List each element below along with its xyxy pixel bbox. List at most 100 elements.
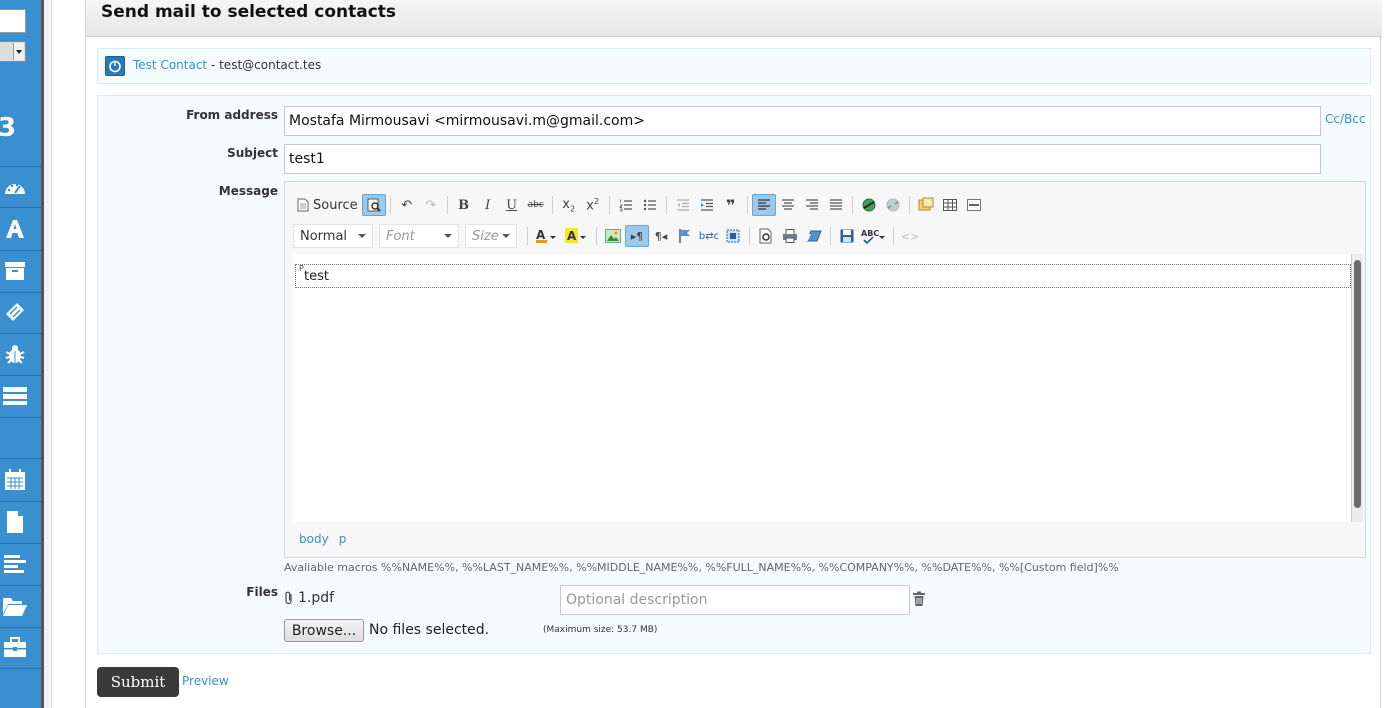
sidebar-divider: [0, 292, 41, 293]
toolbar-separator: [389, 196, 391, 214]
horizontal-rule-button[interactable]: [962, 194, 986, 216]
select-all-button[interactable]: [721, 225, 745, 247]
from-address-field[interactable]: Mostafa Mirmousavi <mirmousavi.m@gmail.c…: [284, 106, 1321, 136]
blockquote-icon: ❞: [725, 195, 736, 215]
redo-button[interactable]: ↷: [419, 194, 443, 216]
strikethrough-button[interactable]: abc: [524, 194, 548, 216]
calendar-icon[interactable]: [0, 462, 30, 498]
format-select[interactable]: Normal: [293, 224, 373, 248]
sidebar-divider: [0, 375, 41, 376]
table-icon: [942, 199, 957, 211]
selected-contacts-bar: Test Contact - test@contact.tes: [97, 48, 1371, 84]
bulleted-list-button[interactable]: [638, 194, 662, 216]
horizontal-rule-icon: [966, 199, 981, 211]
justify-button[interactable]: [824, 194, 848, 216]
editor-scrollbar[interactable]: [1351, 254, 1363, 522]
code-button[interactable]: <>: [898, 225, 922, 247]
source-button[interactable]: Source: [293, 194, 362, 216]
numbered-list-button[interactable]: [614, 194, 638, 216]
subject-field[interactable]: test1: [284, 144, 1321, 174]
blockquote-button[interactable]: ❞: [719, 194, 743, 216]
contact-name-link[interactable]: Test Contact: [133, 58, 207, 72]
briefcase-icon[interactable]: [0, 629, 30, 665]
highlight-icon: A: [565, 228, 586, 243]
align-right-button[interactable]: [800, 194, 824, 216]
editor-paragraph[interactable]: P test: [295, 264, 1351, 288]
source-label: Source: [313, 197, 358, 213]
align-left-button[interactable]: [751, 194, 776, 216]
size-select[interactable]: Size: [465, 224, 517, 248]
document-icon[interactable]: [0, 504, 30, 540]
save-button[interactable]: [835, 225, 859, 247]
undo-button[interactable]: ↶: [395, 194, 419, 216]
indent-icon: [700, 199, 713, 211]
link-icon: [862, 198, 876, 212]
preview-button[interactable]: [754, 225, 778, 247]
print-icon: [783, 229, 797, 243]
trash-icon[interactable]: [912, 591, 926, 607]
panel-header: Send mail to selected contacts: [86, 0, 1382, 37]
text-color-icon: A: [536, 228, 556, 243]
background-color-button[interactable]: A: [562, 225, 592, 247]
contact-email: - test@contact.tes: [207, 58, 322, 72]
svg-text:A: A: [567, 229, 577, 243]
save-icon: [840, 229, 854, 243]
folder-icon[interactable]: [0, 588, 30, 624]
cc-bcc-link[interactable]: Cc/Bcc: [1325, 112, 1365, 126]
remove-format-button[interactable]: [802, 225, 826, 247]
message-editor: Source ↶ ↷ B I U abc x2 x2 ❞ Normal Font…: [284, 181, 1366, 558]
attached-file-name[interactable]: 1.pdf: [298, 590, 334, 606]
scrollbar-thumb[interactable]: [1354, 260, 1361, 508]
contact-entry: Test Contact - test@contact.tes: [133, 58, 321, 72]
preview-link[interactable]: Preview: [182, 674, 229, 688]
align-center-button[interactable]: [776, 194, 800, 216]
browse-button[interactable]: Browse...: [284, 619, 364, 642]
image-button[interactable]: [914, 194, 938, 216]
superscript-button[interactable]: x2: [581, 194, 605, 216]
anchor-button[interactable]: [673, 225, 697, 247]
editor-text[interactable]: test: [304, 269, 329, 284]
list-icon[interactable]: [0, 546, 30, 582]
sidebar-search-input[interactable]: [0, 9, 26, 33]
unlink-button[interactable]: [881, 194, 905, 216]
max-size-note: (Maximum size: 53.7 MB): [543, 625, 658, 635]
tickets-icon[interactable]: [0, 294, 30, 330]
file-description-input[interactable]: Optional description: [560, 585, 910, 615]
decrease-indent-button[interactable]: [671, 194, 695, 216]
ltr-button[interactable]: ▸¶: [625, 225, 649, 247]
maximize-button[interactable]: [361, 194, 386, 216]
dashboard-icon[interactable]: [0, 170, 30, 206]
increase-indent-button[interactable]: [695, 194, 719, 216]
archive-icon[interactable]: [0, 253, 30, 289]
toolbar-separator: [749, 227, 750, 245]
servers-icon[interactable]: [0, 378, 30, 414]
insert-image-button[interactable]: [601, 225, 625, 247]
toolbar-separator: [851, 196, 853, 214]
spellcheck-button[interactable]: ABC: [859, 225, 889, 247]
files-label: Files: [246, 585, 278, 599]
svg-text:ABC: ABC: [861, 229, 879, 238]
rtl-button[interactable]: ¶◂: [649, 225, 673, 247]
table-button[interactable]: [938, 194, 962, 216]
from-address-label: From address: [186, 108, 278, 122]
sidebar-divider: [0, 585, 41, 586]
contacts-icon[interactable]: [0, 211, 30, 247]
font-select[interactable]: Font: [379, 224, 459, 248]
bug-icon[interactable]: [0, 336, 30, 372]
toolbar-separator: [608, 196, 610, 214]
underline-button[interactable]: U: [500, 194, 524, 216]
editor-content-area[interactable]: P test: [293, 254, 1351, 522]
subscript-button[interactable]: x2: [557, 194, 581, 216]
italic-button[interactable]: I: [476, 194, 500, 216]
replace-button[interactable]: b⇄c: [697, 225, 721, 247]
submit-button[interactable]: Submit: [97, 667, 179, 697]
bold-button[interactable]: B: [452, 194, 476, 216]
path-body[interactable]: body: [299, 532, 329, 546]
text-color-button[interactable]: A: [532, 225, 562, 247]
sidebar-select[interactable]: [0, 41, 26, 62]
print-button[interactable]: [778, 225, 802, 247]
contact-icon[interactable]: [105, 56, 125, 76]
link-button[interactable]: [857, 194, 881, 216]
editor-toolbar-row-2: Normal Font Size A A ▸¶ ¶◂ b⇄c ABC <>: [293, 223, 922, 249]
path-p[interactable]: p: [339, 532, 347, 546]
